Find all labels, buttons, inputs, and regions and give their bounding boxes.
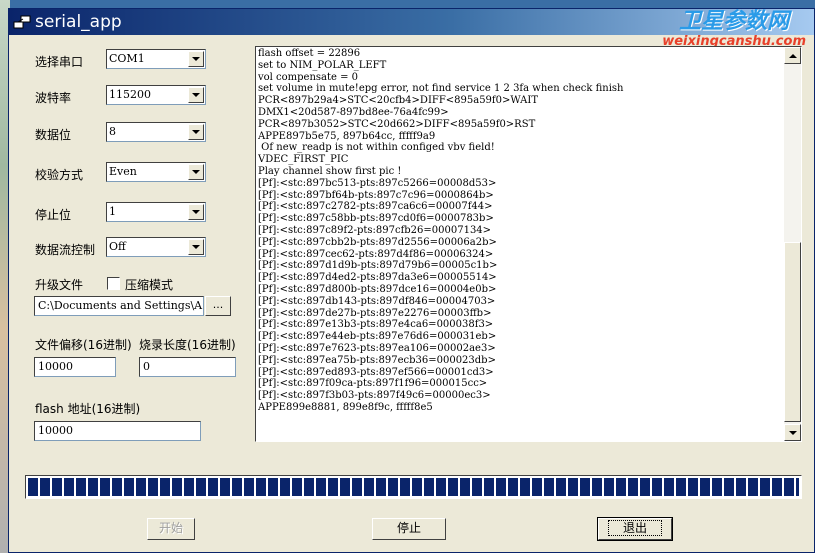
- file-path-input[interactable]: C:\Documents and Settings\A: [34, 296, 204, 316]
- log-line: PCR<897b3052>STC<20d662>DIFF<895a59f0>RS…: [258, 118, 536, 130]
- log-line: [Pf]:<stc:897cbb2b-pts:897d2556=00006a2b…: [258, 236, 497, 248]
- log-line: [Pf]:<stc:897f3b03-pts:897f49c6=00000ec3…: [258, 390, 491, 402]
- databits-label: 数据位: [35, 128, 72, 142]
- browse-button[interactable]: ...: [205, 296, 231, 316]
- log-line: [Pf]:<stc:897cec62-pts:897d4f86=00006324…: [258, 248, 494, 260]
- log-line: APPE897b5e75, 897b64cc, fffff9a9: [258, 130, 436, 142]
- chevron-down-icon[interactable]: [188, 239, 204, 255]
- offset-label: 文件偏移(16进制): [35, 338, 132, 352]
- watermark-logo: 卫星参数网 weixingcanshu.com: [662, 9, 806, 49]
- progress-bar: [25, 475, 802, 499]
- parity-value: Even: [109, 165, 137, 178]
- log-text: flash offset = 22896 set to NIM_POLAR_LEF…: [258, 48, 781, 441]
- app-icon: [13, 13, 31, 31]
- chevron-down-icon[interactable]: [188, 164, 204, 180]
- burn-length-label: 烧录长度(16进制): [139, 338, 236, 352]
- log-line: [Pf]:<stc:897c58bb-pts:897cd0f6=0000783b…: [258, 213, 494, 225]
- log-line: [Pf]:<stc:897e13b3-pts:897e4ca6=000038f3…: [258, 319, 494, 331]
- upgrade-file-label: 升级文件: [35, 278, 84, 292]
- chevron-down-icon[interactable]: [188, 204, 204, 220]
- flow-select[interactable]: Off: [106, 237, 206, 257]
- flash-addr-input[interactable]: 10000: [34, 421, 201, 441]
- compress-checkbox[interactable]: [107, 277, 120, 290]
- window-title: serial_app: [35, 12, 122, 32]
- chevron-down-icon[interactable]: [188, 124, 204, 140]
- burn-length-input[interactable]: 0: [139, 357, 236, 377]
- log-line: [Pf]:<stc:897f09ca-pts:897f1f96=000015cc…: [258, 378, 488, 390]
- exit-label: 退出: [607, 520, 662, 536]
- log-line: [Pf]:<stc:897e7623-pts:897ea106=00002ae3…: [258, 342, 496, 354]
- parity-label: 校验方式: [35, 168, 84, 182]
- baud-value: 115200: [109, 88, 151, 101]
- databits-value: 8: [109, 125, 116, 138]
- log-line: flash offset = 22896: [258, 48, 361, 59]
- title-bar[interactable]: serial_app 卫星参数网 weixingcanshu.com: [9, 9, 814, 48]
- stopbits-select[interactable]: 1: [106, 202, 206, 222]
- flow-value: Off: [109, 240, 126, 253]
- log-line: vol compensate = 0: [258, 71, 359, 83]
- log-line: set to NIM_POLAR_LEFT: [258, 59, 387, 71]
- log-scrollbar[interactable]: [784, 47, 801, 441]
- port-value: COM1: [109, 52, 145, 65]
- log-line: [Pf]:<stc:897d800b-pts:897dce16=00004e0b…: [258, 283, 497, 295]
- port-label: 选择串口: [35, 55, 84, 69]
- port-select[interactable]: COM1: [106, 49, 206, 69]
- log-line: [Pf]:<stc:897d1d9b-pts:897d79b6=00005c1b…: [258, 260, 498, 272]
- progress-fill: [28, 478, 799, 496]
- parity-select[interactable]: Even: [106, 162, 206, 182]
- log-line: [Pf]:<stc:897ed893-pts:897ef566=00001cd3…: [258, 366, 494, 378]
- log-line: [Pf]:<stc:897c2782-pts:897ca6c6=00007f44…: [258, 201, 493, 213]
- log-output[interactable]: flash offset = 22896 set to NIM_POLAR_LEF…: [255, 46, 802, 442]
- scroll-thumb[interactable]: [784, 242, 801, 422]
- log-line: [Pf]:<stc:897db143-pts:897df846=00004703…: [258, 295, 496, 307]
- log-line: [Pf]:<stc:897bf64b-pts:897c7c96=0000864b…: [258, 189, 494, 201]
- start-button[interactable]: 开始: [147, 518, 195, 540]
- app-window: serial_app 卫星参数网 weixingcanshu.com 选择串口 …: [8, 8, 815, 553]
- stop-button[interactable]: 停止: [372, 518, 446, 540]
- offset-input[interactable]: 10000: [34, 357, 116, 377]
- stopbits-value: 1: [109, 205, 116, 218]
- scroll-down-icon[interactable]: [784, 424, 801, 441]
- watermark-cn: 卫星参数网: [679, 9, 790, 34]
- log-line: Of new_readp is not within configed vbv …: [258, 142, 495, 154]
- log-line: set volume in mute!epg error, not find s…: [258, 83, 624, 95]
- flash-addr-label: flash 地址(16进制): [35, 402, 141, 416]
- exit-button[interactable]: 退出: [597, 517, 673, 541]
- log-line: Play channel show first pic !: [258, 165, 402, 177]
- baud-select[interactable]: 115200: [106, 85, 206, 105]
- log-line: [Pf]:<stc:897bc513-pts:897c5266=00008d53…: [258, 177, 497, 189]
- log-line: VDEC_FIRST_PIC: [258, 154, 349, 166]
- log-line: PCR<897b29a4>STC<20cfb4>DIFF<895a59f0>WA…: [258, 95, 538, 107]
- chevron-down-icon[interactable]: [188, 87, 204, 103]
- log-line: [Pf]:<stc:897de27b-pts:897e2276=00003ffb…: [258, 307, 492, 319]
- baud-label: 波特率: [35, 91, 72, 105]
- log-line: [Pf]:<stc:897c89f2-pts:897cfb26=00007134…: [258, 224, 492, 236]
- scroll-up-icon[interactable]: [784, 47, 801, 64]
- compress-label: 压缩模式: [125, 278, 174, 292]
- flow-label: 数据流控制: [35, 243, 96, 257]
- log-line: APPE899e8881, 899e8f9c, fffff8e5: [258, 401, 433, 413]
- log-line: [Pf]:<stc:897e44eb-pts:897e76d6=000031eb…: [258, 331, 497, 343]
- log-line: [Pf]:<stc:897d4ed2-pts:897da3e6=00005514…: [258, 272, 497, 284]
- log-line: [Pf]:<stc:897ea75b-pts:897ecb36=000023db…: [258, 354, 496, 366]
- stopbits-label: 停止位: [35, 208, 72, 222]
- log-line: DMX1<20d587-897bd8ee-76a4fc99>: [258, 106, 449, 118]
- chevron-down-icon[interactable]: [188, 51, 204, 67]
- databits-select[interactable]: 8: [106, 122, 206, 142]
